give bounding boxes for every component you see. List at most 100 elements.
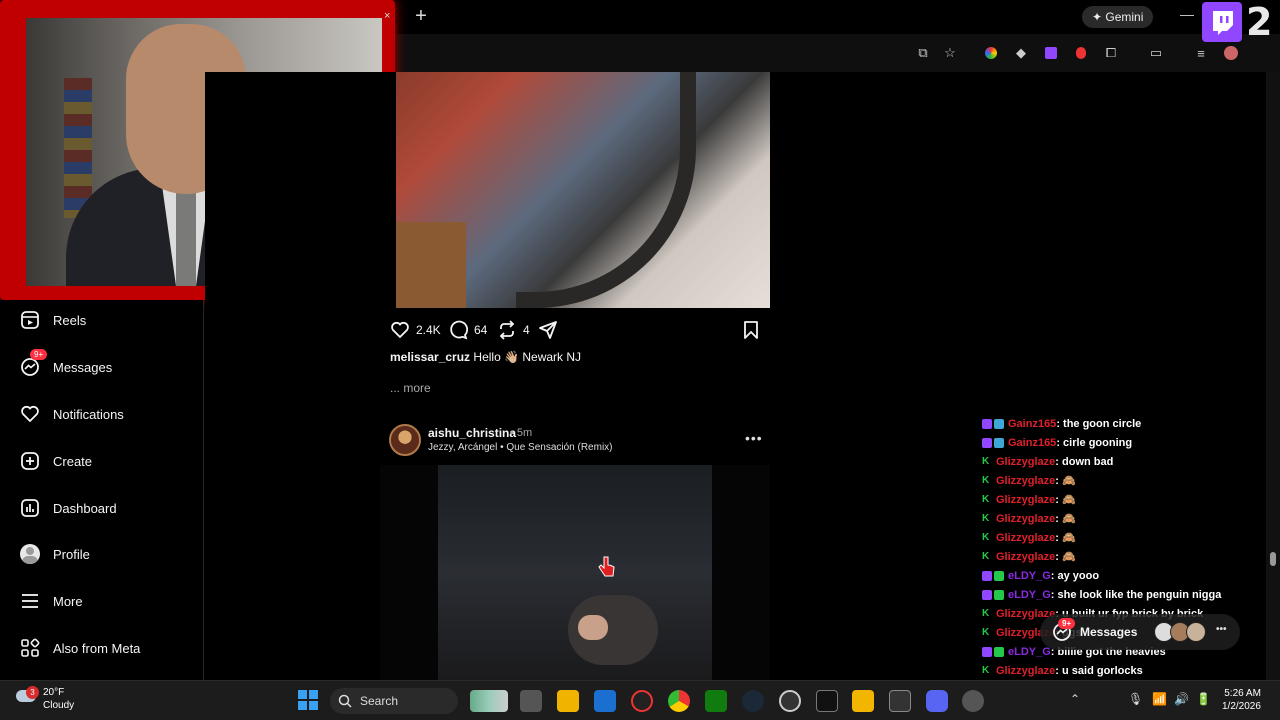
heart-icon bbox=[20, 404, 40, 424]
messages-label: Messages bbox=[1080, 625, 1138, 639]
avatar bbox=[1186, 622, 1206, 642]
sidebar-item-also-from-meta[interactable]: Also from Meta bbox=[20, 636, 140, 660]
sidebar-item-label: Messages bbox=[53, 359, 113, 375]
chat-username: eLDY_G bbox=[1008, 569, 1051, 582]
clock-date: 1/2/2026 bbox=[1222, 701, 1261, 712]
chat-username: eLDY_G bbox=[1008, 645, 1051, 658]
messages-floating-button[interactable]: 9+ Messages ••• bbox=[1040, 614, 1240, 650]
chat-text: : 🙈 bbox=[1055, 475, 1076, 487]
split-view-icon[interactable]: ▭ bbox=[1147, 44, 1165, 62]
task-view-icon[interactable] bbox=[520, 690, 542, 712]
heart-icon bbox=[391, 321, 409, 339]
post-image[interactable] bbox=[396, 72, 770, 308]
epic-games-icon[interactable] bbox=[816, 690, 838, 712]
caption-more-link[interactable]: ... more bbox=[390, 381, 431, 395]
chat-message: eLDY_G: she look like the penguin nigga bbox=[982, 585, 1221, 604]
extension-twitch-icon[interactable] bbox=[1042, 44, 1060, 62]
save-button[interactable] bbox=[742, 320, 766, 340]
chat-badge-icon: K bbox=[982, 664, 990, 676]
chat-message: K Glizzyglaze: down bad bbox=[982, 452, 1113, 471]
chat-badge-icon bbox=[982, 570, 992, 581]
sidebar-item-dashboard[interactable]: Dashboard bbox=[20, 496, 117, 520]
weather-widget[interactable]: 20°F Cloudy bbox=[43, 686, 74, 712]
chat-text: : ay yooo bbox=[1050, 569, 1100, 582]
share-button[interactable] bbox=[538, 320, 564, 340]
file-explorer-icon[interactable] bbox=[557, 690, 579, 712]
person-tie bbox=[176, 193, 196, 286]
chat-message: K Glizzyglaze: 🙈 bbox=[982, 547, 1076, 566]
avatar[interactable] bbox=[389, 424, 421, 456]
install-app-icon[interactable]: ⧉ bbox=[914, 44, 932, 62]
app-icon[interactable] bbox=[631, 690, 653, 712]
reading-list-icon[interactable]: ≡ bbox=[1192, 44, 1210, 62]
chat-message: K Glizzyglaze: 🙈 bbox=[982, 490, 1076, 509]
clock-time: 5:26 AM bbox=[1224, 688, 1261, 699]
sidebar-item-label: Reels bbox=[53, 312, 87, 328]
cursor-hand-icon bbox=[598, 556, 615, 577]
chat-badge-icon: K bbox=[982, 626, 990, 638]
sidebar-item-more[interactable]: More bbox=[20, 589, 83, 613]
profile-icon[interactable] bbox=[1222, 44, 1240, 62]
post-username[interactable]: aishu_christina bbox=[428, 426, 516, 440]
chat-badge-icon bbox=[994, 646, 1004, 657]
twitch-count: 2 bbox=[1246, 0, 1273, 44]
rockstar-icon[interactable] bbox=[852, 690, 874, 712]
close-tab-icon[interactable]: × bbox=[384, 10, 390, 22]
tray-chevron-icon[interactable]: ⌃ bbox=[1070, 692, 1080, 706]
messages-badge: 9+ bbox=[30, 349, 48, 360]
sidebar-item-notifications[interactable]: Notifications bbox=[20, 402, 124, 426]
dashboard-icon bbox=[20, 498, 40, 518]
taskbar-clock[interactable]: 5:26 AM 1/2/2026 bbox=[1222, 687, 1261, 713]
post-username[interactable]: melissar_cruz bbox=[390, 350, 470, 364]
steam-icon[interactable] bbox=[742, 690, 764, 712]
like-button[interactable]: 2.4K bbox=[390, 320, 441, 340]
repost-button[interactable]: 4 bbox=[497, 320, 530, 340]
repost-icon bbox=[499, 320, 515, 340]
chat-text: : 🙈 bbox=[1055, 494, 1076, 506]
new-tab-button[interactable]: + bbox=[410, 6, 432, 26]
7zip-icon[interactable] bbox=[889, 690, 911, 712]
sidebar-item-reels[interactable]: Reels bbox=[20, 308, 86, 332]
settings-gear-icon[interactable] bbox=[962, 690, 984, 712]
xbox-icon[interactable] bbox=[705, 690, 727, 712]
battery-icon[interactable]: 🔋 bbox=[1196, 692, 1211, 706]
chat-message: K Glizzyglaze: u said gorlocks bbox=[982, 661, 1143, 680]
wifi-icon[interactable]: 📶 bbox=[1152, 692, 1167, 706]
sidebar-item-messages[interactable]: 9+ Messages bbox=[20, 349, 113, 379]
like-count: 2.4K bbox=[416, 323, 441, 337]
reels-icon bbox=[20, 310, 40, 330]
chat-badge-icon bbox=[982, 589, 992, 600]
microphone-icon[interactable]: 🎙 bbox=[1128, 692, 1143, 706]
comment-button[interactable]: 64 bbox=[448, 320, 487, 340]
sidebar-item-profile[interactable]: Profile bbox=[20, 542, 90, 566]
weather-temp: 20°F bbox=[43, 687, 65, 698]
volume-icon[interactable]: 🔊 bbox=[1174, 692, 1189, 706]
chrome-icon[interactable] bbox=[668, 690, 690, 712]
discord-icon[interactable] bbox=[926, 690, 948, 712]
twitch-logo-icon bbox=[1202, 2, 1242, 42]
chat-username: Glizzyglaze bbox=[996, 664, 1056, 677]
sidebar-item-create[interactable]: Create bbox=[20, 449, 92, 473]
chat-message: Gainz165: the goon circle bbox=[982, 414, 1141, 433]
taskbar-widget-icon[interactable] bbox=[470, 690, 508, 712]
gemini-button[interactable]: ✦ Gemini bbox=[1082, 6, 1154, 28]
extensions-puzzle-icon[interactable]: ⧠ bbox=[1102, 44, 1120, 62]
obs-icon[interactable] bbox=[779, 690, 801, 712]
chat-message: K Glizzyglaze: 🙈 bbox=[982, 528, 1076, 547]
taskbar-search[interactable]: Search bbox=[330, 688, 458, 714]
extension-red-icon[interactable] bbox=[1072, 44, 1090, 62]
sidebar-item-label: Also from Meta bbox=[53, 640, 141, 656]
post-options-button[interactable]: ••• bbox=[745, 430, 763, 446]
post-audio[interactable]: Jezzy, Arcángel • Que Sensación (Remix) bbox=[428, 442, 613, 453]
bookmark-star-icon[interactable]: ☆ bbox=[941, 44, 959, 62]
messenger-icon: 9+ bbox=[20, 349, 48, 377]
post-video[interactable] bbox=[380, 465, 770, 680]
minimize-icon[interactable]: — bbox=[1180, 6, 1194, 22]
extension-diamond-icon[interactable]: ◆ bbox=[1012, 44, 1030, 62]
windows-start-icon[interactable] bbox=[298, 690, 318, 710]
post-image-floor bbox=[396, 222, 466, 308]
ms-store-icon[interactable] bbox=[594, 690, 616, 712]
sidebar-item-label: Profile bbox=[53, 546, 90, 562]
extension-color-icon[interactable] bbox=[982, 44, 1000, 62]
chat-text: : 🙈 bbox=[1055, 532, 1076, 544]
